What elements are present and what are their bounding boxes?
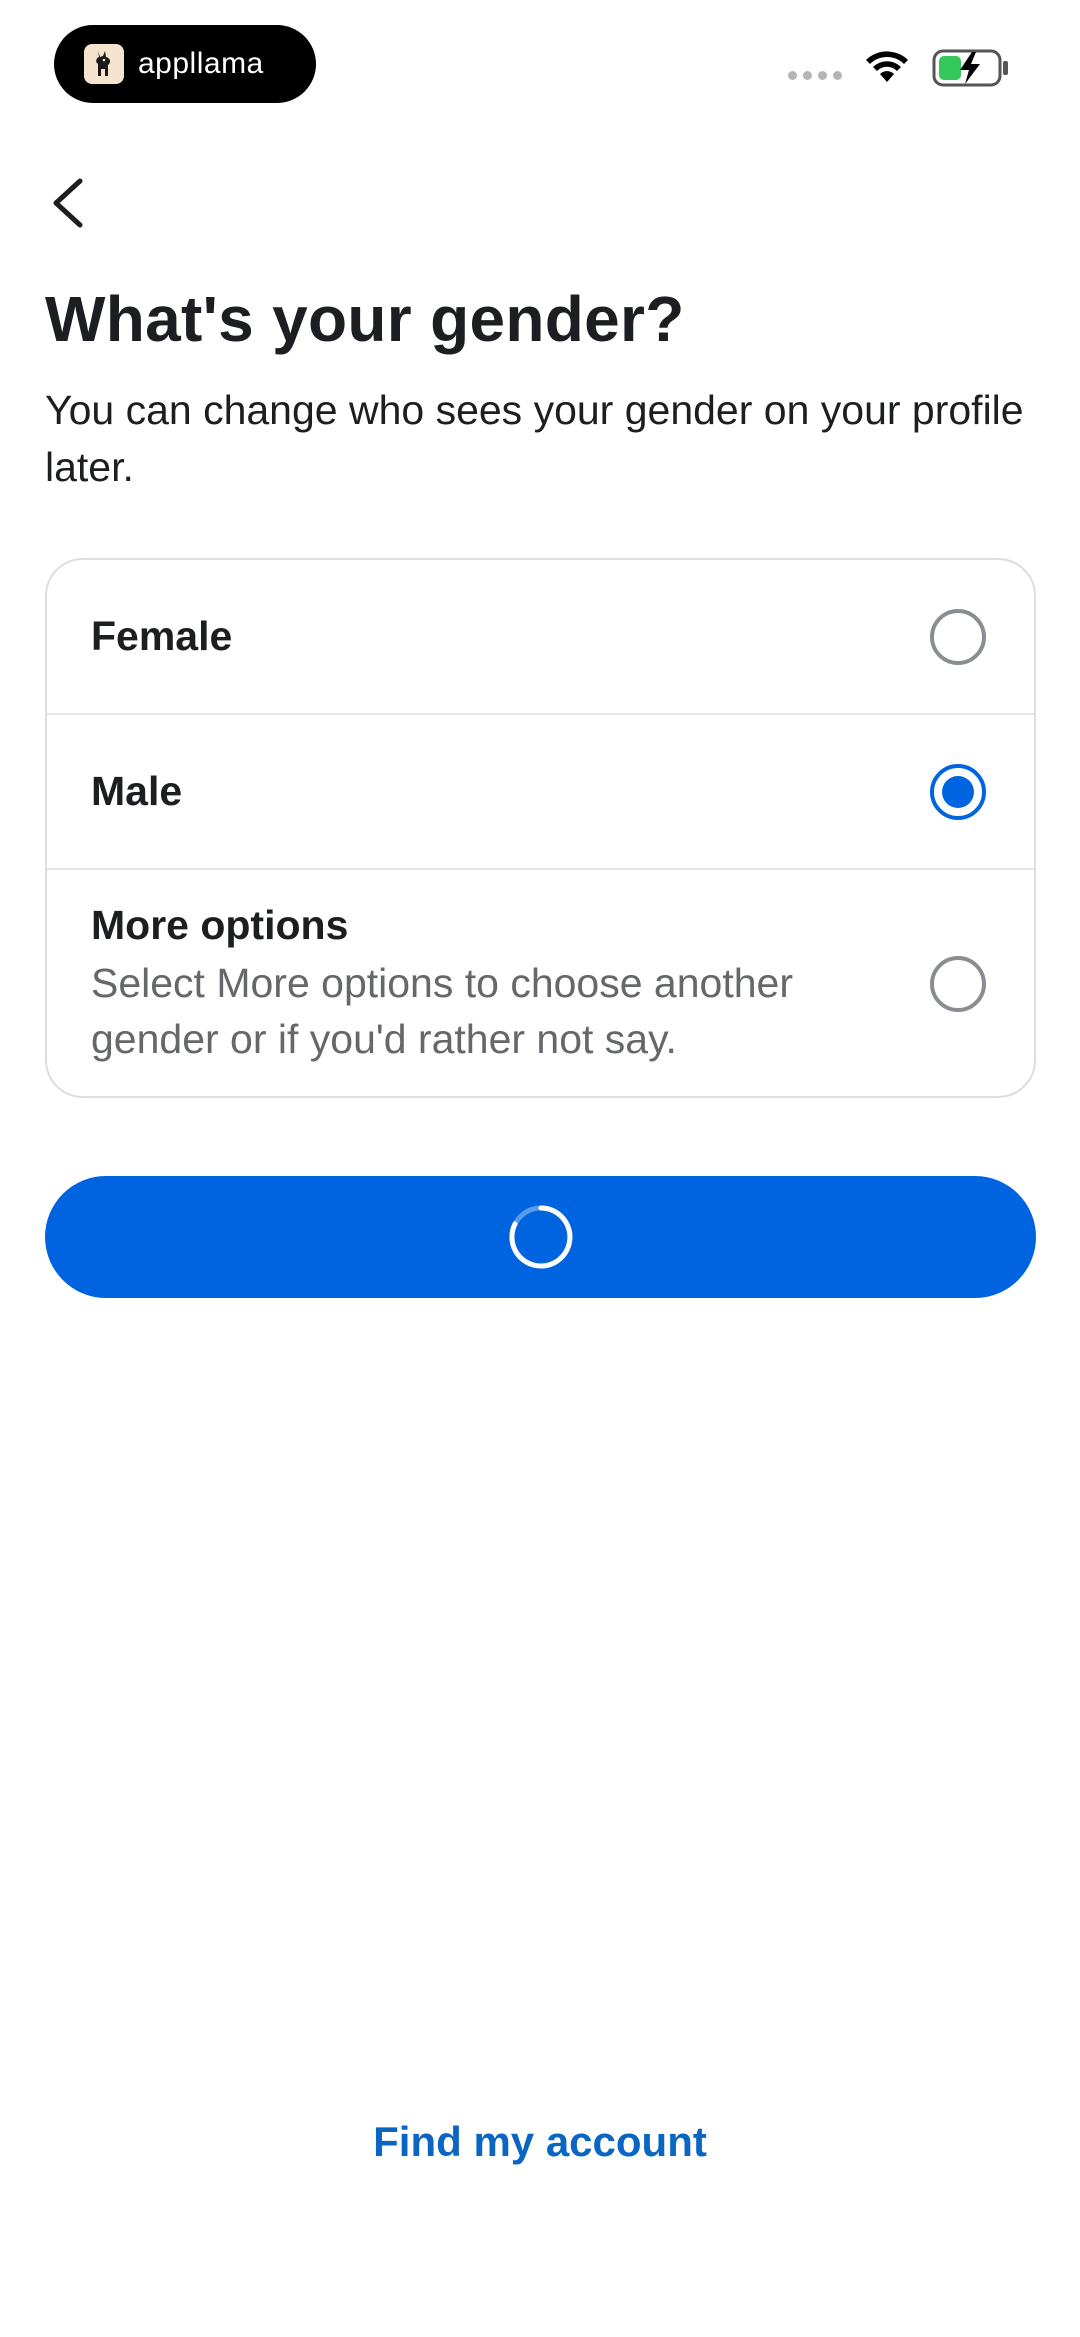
llama-logo-icon bbox=[84, 44, 124, 84]
next-button[interactable] bbox=[45, 1176, 1036, 1298]
chevron-left-icon bbox=[53, 178, 83, 228]
signal-dots-icon bbox=[788, 70, 842, 80]
option-description: Select More options to choose another ge… bbox=[91, 959, 793, 1062]
app-pill: appllama bbox=[54, 25, 316, 103]
gender-options: Female Male More options Select More opt… bbox=[45, 558, 1036, 1098]
page-title: What's your gender? bbox=[45, 283, 685, 355]
status-bar: appllama bbox=[0, 0, 1080, 120]
status-icons bbox=[788, 48, 1010, 88]
page-subtitle: You can change who sees your gender on y… bbox=[45, 387, 1024, 490]
radio-female[interactable] bbox=[930, 608, 986, 665]
app-name: appllama bbox=[138, 47, 264, 80]
option-female[interactable]: Female bbox=[47, 560, 1034, 715]
battery-charging-icon bbox=[932, 49, 1008, 87]
radio-more-options[interactable] bbox=[930, 956, 986, 1012]
wifi-icon bbox=[866, 51, 908, 82]
find-my-account-link[interactable]: Find my account bbox=[0, 2118, 1080, 2166]
option-label: More options bbox=[91, 901, 349, 948]
back-button[interactable] bbox=[38, 168, 98, 238]
option-label: Male bbox=[91, 768, 183, 814]
option-more-options[interactable]: More options Select More options to choo… bbox=[47, 870, 1034, 1096]
option-label: Female bbox=[91, 613, 233, 659]
option-male[interactable]: Male bbox=[47, 715, 1034, 870]
spinner-icon bbox=[508, 1205, 572, 1269]
radio-male[interactable] bbox=[930, 763, 986, 820]
